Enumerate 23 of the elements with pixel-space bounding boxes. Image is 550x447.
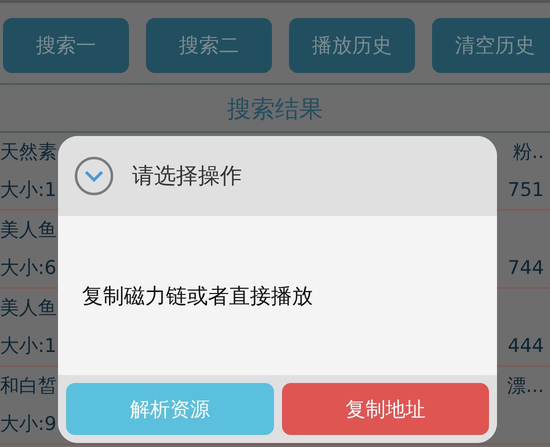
dialog-message: 复制磁力链或者直接播放 (82, 282, 313, 310)
result-count: 444 (508, 335, 544, 357)
result-title: 漂... (506, 374, 544, 399)
result-title: 美人鱼 (0, 218, 57, 243)
result-size: 大小:1 (0, 334, 56, 359)
result-title: 粉.. (512, 140, 544, 165)
search-button[interactable]: 播放历史 (289, 18, 415, 73)
dialog-button[interactable]: 解析资源 (66, 383, 274, 435)
result-size: 大小:9 (0, 412, 56, 437)
search-button[interactable]: 搜索二 (146, 18, 272, 73)
result-title: 和白皙 (0, 374, 57, 399)
results-heading: 搜索结果 (0, 85, 550, 133)
result-count: 751 (508, 179, 544, 201)
result-size: 大小:1 (0, 178, 56, 203)
chevron-down-icon (74, 156, 114, 196)
dialog-title: 请选择操作 (132, 163, 242, 191)
result-count: 744 (508, 257, 544, 279)
dialog-button[interactable]: 复制地址 (282, 383, 489, 435)
search-button[interactable]: 搜索一 (3, 18, 129, 73)
result-size: 大小:6 (0, 256, 56, 281)
result-title: 天然素 (0, 140, 57, 165)
result-title: 美人鱼 (0, 296, 57, 321)
search-button[interactable]: 清空历史 (432, 18, 550, 73)
